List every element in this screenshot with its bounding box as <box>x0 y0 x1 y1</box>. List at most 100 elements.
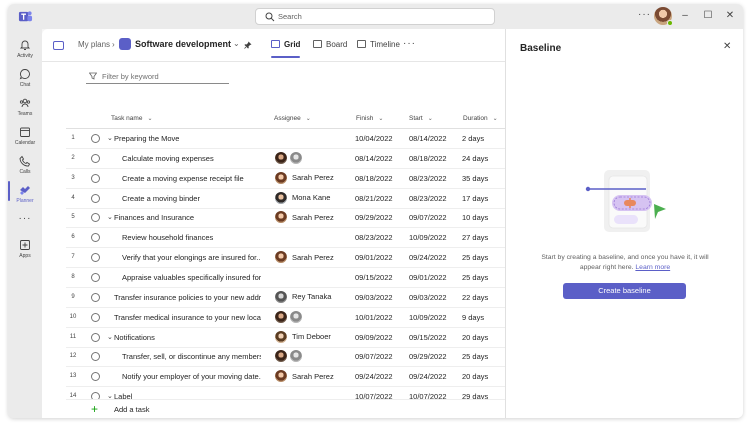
assignee-cell[interactable] <box>274 349 304 365</box>
start-date[interactable]: 09/24/2022 <box>409 372 447 381</box>
table-row[interactable]: 1 ⌄ Preparing the Move 10/04/2022 08/14/2022… <box>66 129 505 149</box>
table-row[interactable]: 11 ⌄ Notifications Tim Deboer 09/09/2022 09/1… <box>66 328 505 348</box>
tab-grid[interactable]: Grid <box>271 40 300 49</box>
table-row[interactable]: 13 Notify your employer of your moving da… <box>66 367 505 388</box>
column-header-task[interactable]: Task name ⌄ <box>111 115 152 122</box>
duration[interactable]: 24 days <box>462 154 488 163</box>
table-row[interactable]: 8 Appraise valuables specifically insured… <box>66 268 505 288</box>
assignee-cell[interactable]: Sarah Perez <box>274 210 334 226</box>
rail-item-teams[interactable]: Teams <box>8 97 42 123</box>
rail-more-icon[interactable]: ··· <box>8 213 42 224</box>
finish-date[interactable]: 09/07/2022 <box>355 352 393 361</box>
finish-date[interactable]: 08/21/2022 <box>355 194 393 203</box>
finish-date[interactable]: 08/23/2022 <box>355 233 393 242</box>
chevron-down-icon[interactable]: ⌄ <box>107 333 113 341</box>
assignee-cell[interactable]: Rey Tanaka <box>274 289 331 306</box>
finish-date[interactable]: 09/09/2022 <box>355 333 393 342</box>
column-header-finish[interactable]: Finish ⌄ <box>356 115 383 122</box>
chevron-down-icon[interactable]: ⌄ <box>107 134 113 142</box>
duration[interactable]: 25 days <box>462 253 488 262</box>
duration[interactable]: 10 days <box>462 213 488 222</box>
task-name[interactable]: Verify that your elongings are insured f… <box>122 253 261 262</box>
task-name[interactable]: Transfer insurance policies to your new … <box>114 293 261 302</box>
assignee-cell[interactable]: Sarah Perez <box>274 170 334 187</box>
task-name[interactable]: Create a moving binder <box>122 194 200 203</box>
finish-date[interactable]: 08/14/2022 <box>355 154 393 163</box>
task-name[interactable]: Preparing the Move <box>114 134 179 143</box>
start-date[interactable]: 10/09/2022 <box>409 233 447 242</box>
task-name[interactable]: Notify your employer of your moving date… <box>122 372 261 381</box>
table-row[interactable]: 6 Review household finances 08/23/2022 10/0… <box>66 228 505 249</box>
table-row[interactable]: 5 ⌄ Finances and Insurance Sarah Perez 09/29… <box>66 208 505 229</box>
task-name[interactable]: Create a moving expense receipt file <box>122 174 244 183</box>
learn-more-link[interactable]: Learn more <box>635 264 670 271</box>
start-date[interactable]: 09/01/2022 <box>409 273 447 282</box>
column-header-duration[interactable]: Duration ⌄ <box>463 115 498 122</box>
column-header-assignee[interactable]: Assignee ⌄ <box>274 115 311 122</box>
rail-item-chat[interactable]: Chat <box>8 68 42 94</box>
chevron-down-icon[interactable]: ⌄ <box>107 213 113 221</box>
start-date[interactable]: 09/07/2022 <box>409 213 447 222</box>
duration[interactable]: 25 days <box>462 352 488 361</box>
assignee-cell[interactable]: Sarah Perez <box>274 250 334 266</box>
task-name[interactable]: Appraise valuables specifically insured … <box>122 273 261 282</box>
complete-checkbox[interactable] <box>91 233 100 243</box>
rail-item-calendar[interactable]: Calendar <box>8 126 42 152</box>
start-date[interactable]: 09/15/2022 <box>409 333 447 342</box>
finish-date[interactable]: 09/01/2022 <box>355 253 393 262</box>
start-date[interactable]: 10/09/2022 <box>409 313 447 322</box>
finish-date[interactable]: 09/29/2022 <box>355 213 393 222</box>
start-date[interactable]: 09/29/2022 <box>409 352 447 361</box>
create-baseline-button[interactable]: Create baseline <box>563 283 686 299</box>
table-row[interactable]: 10 Transfer medical insurance to your new… <box>66 308 505 328</box>
assignee-cell[interactable]: Tim Deboer <box>274 329 331 346</box>
rail-item-calls[interactable]: Calls <box>8 155 42 181</box>
table-row[interactable]: 9 Transfer insurance policies to your new… <box>66 288 505 308</box>
start-date[interactable]: 08/18/2022 <box>409 154 447 163</box>
filter-input[interactable]: Filter by keyword <box>86 69 229 84</box>
assignee-cell[interactable] <box>274 309 304 326</box>
plans-nav-icon[interactable] <box>53 41 64 50</box>
duration[interactable]: 22 days <box>462 293 488 302</box>
task-name[interactable]: Transfer, sell, or discontinue any membe… <box>122 352 261 361</box>
complete-checkbox[interactable] <box>91 153 100 163</box>
table-row[interactable]: 7 Verify that your elongings are insured … <box>66 248 505 269</box>
finish-date[interactable]: 08/18/2022 <box>355 174 393 183</box>
task-name[interactable]: Finances and Insurance <box>114 213 194 222</box>
chevron-down-icon[interactable]: ⌄ <box>233 39 240 48</box>
tab-timeline[interactable]: Timeline <box>357 40 400 49</box>
complete-checkbox[interactable] <box>91 193 100 203</box>
maximize-button[interactable]: ☐ <box>702 10 714 22</box>
task-name[interactable]: Transfer medical insurance to your new l… <box>114 313 261 322</box>
duration[interactable]: 20 days <box>462 372 488 381</box>
complete-checkbox[interactable] <box>91 213 100 223</box>
table-row[interactable]: 12 Transfer, sell, or discontinue any mem… <box>66 347 505 368</box>
start-date[interactable]: 09/24/2022 <box>409 253 447 262</box>
duration[interactable]: 27 days <box>462 233 488 242</box>
more-views-icon[interactable]: ··· <box>403 38 416 49</box>
complete-checkbox[interactable] <box>91 332 100 342</box>
duration[interactable]: 9 days <box>462 313 484 322</box>
start-date[interactable]: 08/23/2022 <box>409 174 447 183</box>
complete-checkbox[interactable] <box>91 173 100 183</box>
assignee-cell[interactable] <box>274 150 304 167</box>
rail-item-activity[interactable]: Activity <box>8 39 42 65</box>
plan-title[interactable]: Software development <box>135 39 231 49</box>
finish-date[interactable]: 09/15/2022 <box>355 273 393 282</box>
start-date[interactable]: 08/14/2022 <box>409 134 447 143</box>
duration[interactable]: 17 days <box>462 194 488 203</box>
finish-date[interactable]: 10/01/2022 <box>355 313 393 322</box>
assignee-cell[interactable]: Mona Kane <box>274 190 330 207</box>
pin-icon[interactable] <box>244 41 252 49</box>
close-icon[interactable]: ✕ <box>723 41 731 52</box>
search-input[interactable]: Search <box>255 8 495 25</box>
more-options-icon[interactable]: ··· <box>638 9 651 20</box>
duration[interactable]: 2 days <box>462 134 484 143</box>
complete-checkbox[interactable] <box>91 253 100 263</box>
rail-item-planner[interactable]: Planner <box>8 184 42 210</box>
add-task-button[interactable]: Add a task <box>114 405 149 414</box>
table-row[interactable]: 2 Calculate moving expenses 08/14/2022 08/1… <box>66 149 505 169</box>
assignee-cell[interactable]: Sarah Perez <box>274 369 334 385</box>
finish-date[interactable]: 10/04/2022 <box>355 134 393 143</box>
breadcrumb-my-plans[interactable]: My plans <box>78 40 110 49</box>
